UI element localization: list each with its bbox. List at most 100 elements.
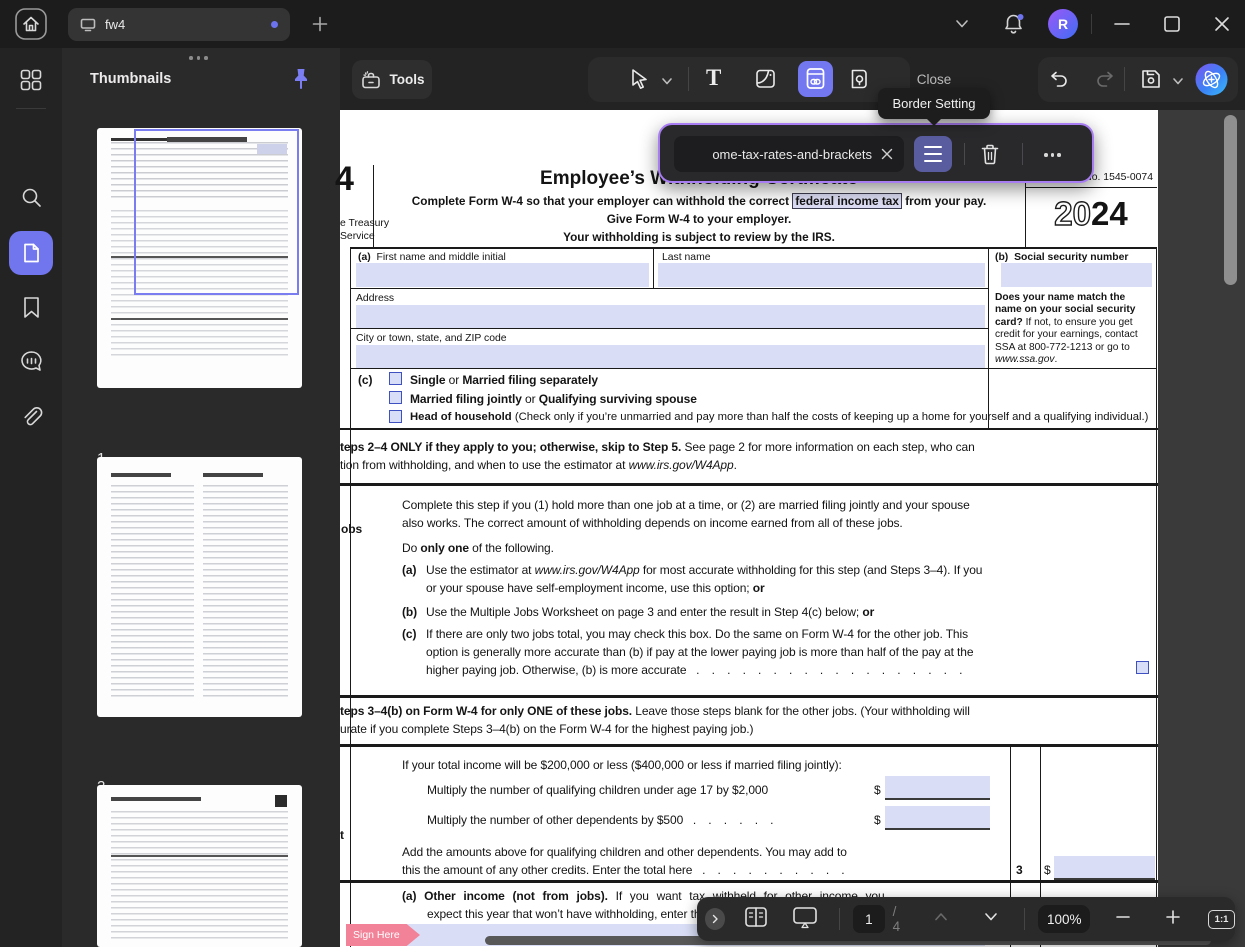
checkbox-head-of-household[interactable] [389,410,402,423]
form-subtitle-3: Your withholding is subject to review by… [373,230,1025,244]
filing-status-3: Head of household (Check only if you’re … [410,411,1155,423]
link-tool-selected[interactable] [798,61,833,97]
row-number-3: 3 [1016,863,1023,877]
sidebar-divider [16,108,46,109]
previous-page-button[interactable] [932,910,950,929]
sign-here-tag[interactable]: Sign Here [346,924,420,946]
step2-b-line: Use the Multiple Jobs Worksheet on page … [426,605,874,619]
step3-label-fragment: t [340,828,344,842]
clear-input-icon[interactable] [880,147,894,161]
form-subtitle-2: Give Form W-4 to your employer. [373,212,1025,226]
redo-button[interactable] [1092,67,1116,96]
close-window-button[interactable] [1212,14,1232,39]
minimize-icon [1112,17,1132,31]
border-setting-button[interactable] [914,136,952,172]
image-tool[interactable] [754,67,778,96]
link-url-input[interactable]: ome-tax-rates-and-brackets [674,136,904,172]
ssn-input-field[interactable] [1001,263,1152,287]
form-subtitle-1: Complete Form W-4 so that your employer … [373,194,1025,208]
cursor-icon [628,67,652,91]
titlebar-divider [1091,14,1092,34]
checkbox-single[interactable] [389,372,402,385]
page-number-input[interactable]: 1 [853,905,884,933]
text-tool[interactable]: T [706,65,721,91]
home-button[interactable] [14,7,48,46]
redo-icon [1092,67,1116,91]
document-icon [19,241,43,265]
field-label-c: (c) [358,373,372,387]
select-tool[interactable] [628,67,652,96]
step3-line1: Multiply the number of qualifying childr… [427,783,768,797]
presentation-button[interactable] [791,904,819,935]
page-view-button[interactable] [743,905,769,934]
save-button[interactable] [1138,66,1164,97]
panel-drag-handle[interactable] [189,56,208,60]
zoom-in-button[interactable] [1164,908,1182,931]
avatar[interactable]: R [1048,9,1078,39]
zoom-level[interactable]: 100% [1038,905,1090,933]
delete-link-button[interactable] [978,142,1002,172]
more-options-button[interactable] [1044,153,1061,157]
select-tool-dropdown[interactable] [660,74,674,92]
checkbox-two-jobs[interactable] [1136,661,1149,674]
firstname-input-field[interactable] [356,263,649,287]
viewport-rectangle[interactable] [134,129,299,295]
notifications-button[interactable] [1001,12,1026,42]
pin-panel-button[interactable] [288,66,314,101]
maximize-button[interactable] [1162,14,1182,39]
bell-icon [1001,12,1026,37]
ai-assistant-button[interactable] [1194,62,1229,102]
status-bar: 1 / 4 100% 1:1 [697,897,1235,941]
sidebar-item-thumbnails[interactable] [9,231,53,275]
vertical-scrollbar[interactable] [1224,115,1237,285]
step2-c-line2: option is generally more accurate than (… [426,645,973,659]
tools-button[interactable]: Tools [352,60,432,99]
location-tool[interactable] [848,67,872,96]
steps34-note-line2: urate if you complete Steps 3–4(b) on th… [340,722,753,736]
dot-leader: . . . . . . [693,813,774,827]
actual-size-button[interactable]: 1:1 [1208,910,1235,929]
minimize-button[interactable] [1112,17,1132,36]
sidebar-item-comments[interactable] [18,348,45,380]
tab-list-button[interactable] [953,17,971,36]
link-icon [798,61,833,97]
thumbnail-page-2[interactable] [97,457,302,717]
sidebar-item-attachments[interactable] [19,405,44,435]
save-icon [1138,66,1164,92]
dot-leader: . . . . . . . . . . . . . . . . . . [696,663,962,677]
checkbox-married-jointly[interactable] [389,391,402,404]
new-tab-button[interactable] [311,15,329,38]
chevron-down-icon [660,76,674,87]
children-amount-field[interactable] [885,776,990,800]
page-total: / 4 [893,904,907,934]
minus-icon [1114,908,1132,926]
link-annotation[interactable]: federal income tax [792,193,902,209]
zoom-out-button[interactable] [1114,908,1132,931]
thumbnail-page-1[interactable] [97,128,302,388]
sidebar-item-bookmarks[interactable] [20,295,43,325]
total-credits-field[interactable] [1054,856,1155,880]
step3-add-line1: Add the amounts above for qualifying chi… [402,845,847,859]
lastname-input-field[interactable] [658,263,985,287]
bookmark-icon [20,295,43,320]
save-dropdown[interactable] [1171,74,1185,92]
sidebar-item-apps[interactable] [19,68,43,97]
book-view-icon [743,905,769,929]
next-page-button[interactable] [982,910,1000,929]
step2-c-label: (c) [402,627,416,641]
document-tab[interactable]: fw4 [68,8,290,41]
collapse-bar-button[interactable] [705,908,725,930]
plus-icon [1164,908,1182,926]
thumbnail-page-3[interactable] [97,785,302,947]
city-input-field[interactable] [356,345,985,368]
undo-button[interactable] [1048,67,1072,96]
undo-icon [1048,67,1072,91]
address-input-field[interactable] [356,305,985,328]
pin-icon [288,66,314,96]
link-url-value: ome-tax-rates-and-brackets [712,147,872,162]
dot-leader: . . . . . . . . . . [702,863,844,877]
dependents-amount-field[interactable] [885,806,990,830]
step2-para-line2: also works. The correct amount of withho… [402,516,903,530]
trash-icon [978,142,1002,167]
sidebar-item-search[interactable] [19,185,44,215]
